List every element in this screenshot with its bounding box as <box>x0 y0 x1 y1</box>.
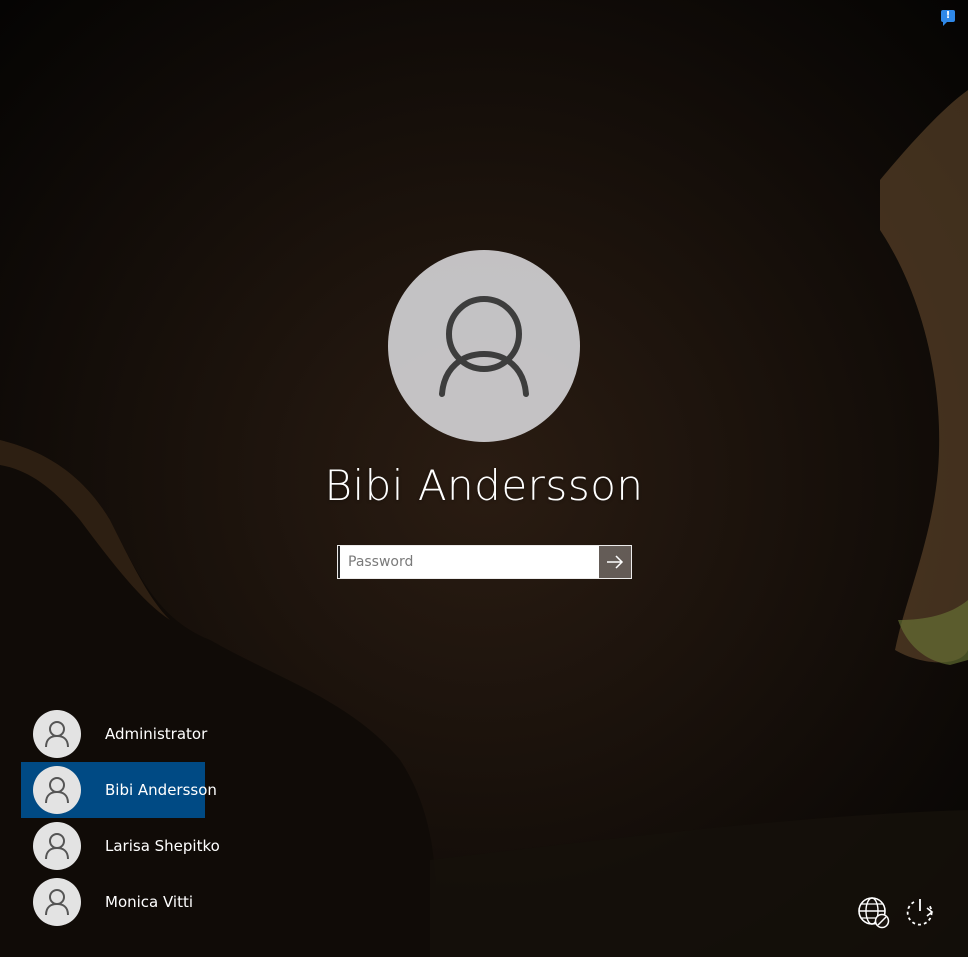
network-globe-icon[interactable] <box>856 894 892 930</box>
user-icon <box>45 889 69 916</box>
user-name: Bibi Andersson <box>324 461 644 510</box>
user-icon <box>45 777 69 804</box>
user-avatar-small <box>33 878 81 926</box>
user-item-label: Bibi Andersson <box>105 781 217 799</box>
user-icon <box>45 833 69 860</box>
user-item-administrator[interactable]: Administrator <box>21 706 208 762</box>
user-item-monica-vitti[interactable]: Monica Vitti <box>21 874 205 930</box>
user-list: Administrator Bibi Andersson Larisa Shep… <box>21 706 220 930</box>
user-item-label: Administrator <box>105 725 208 743</box>
password-box <box>337 545 632 579</box>
user-icon <box>45 721 69 748</box>
user-item-label: Monica Vitti <box>105 893 194 911</box>
user-item-larisa-shepitko[interactable]: Larisa Shepitko <box>21 818 220 874</box>
submit-button[interactable] <box>599 546 631 578</box>
arrow-right-icon <box>607 555 624 569</box>
password-input[interactable] <box>338 546 599 578</box>
user-avatar-small <box>33 766 81 814</box>
notification-icon[interactable]: ! <box>941 10 955 26</box>
user-icon <box>439 296 529 397</box>
user-item-bibi-andersson[interactable]: Bibi Andersson <box>21 762 217 818</box>
power-icon[interactable] <box>902 894 938 930</box>
user-avatar <box>388 250 580 442</box>
user-item-label: Larisa Shepitko <box>105 837 220 855</box>
user-avatar-small <box>33 822 81 870</box>
user-avatar-small <box>33 710 81 758</box>
